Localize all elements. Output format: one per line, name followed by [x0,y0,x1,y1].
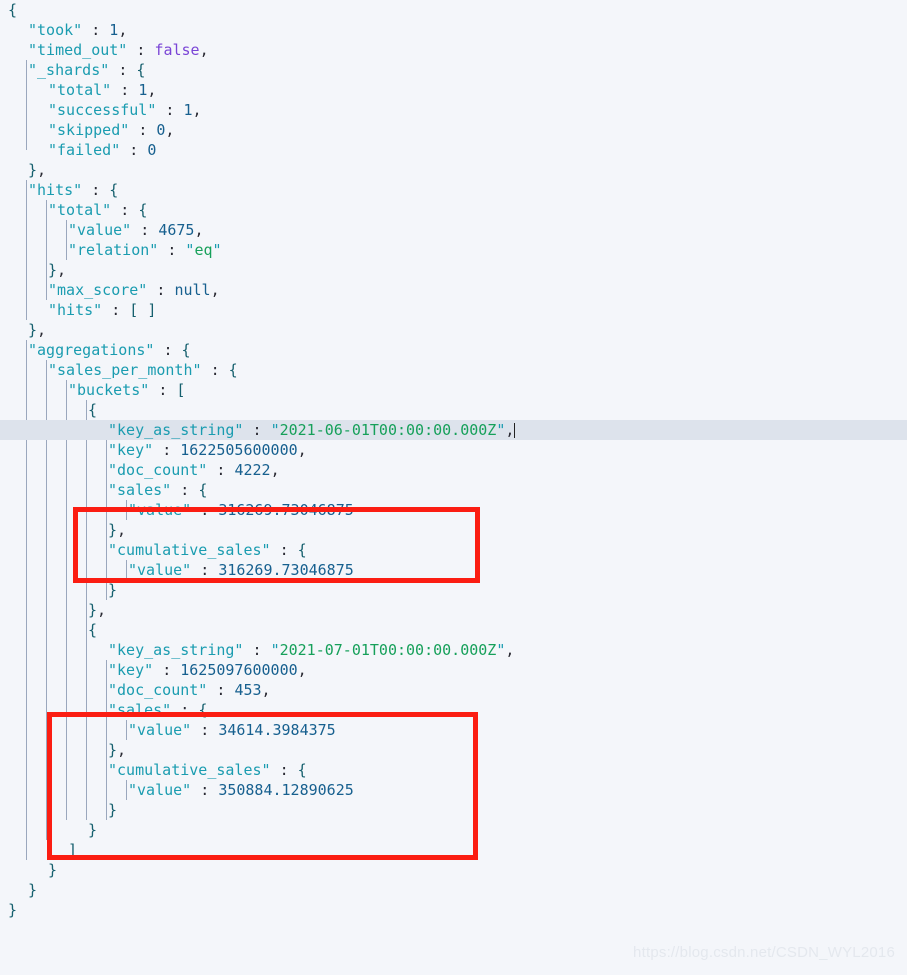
code-line[interactable]: }, [0,320,907,340]
code-line[interactable]: "timed_out" : false, [0,40,907,60]
code-line[interactable]: "cumulative_sales" : { [0,760,907,780]
code-line[interactable]: }, [0,520,907,540]
code-line[interactable]: "failed" : 0 [0,140,907,160]
code-line[interactable]: "successful" : 1, [0,100,907,120]
code-line[interactable]: "key_as_string" : "2021-06-01T00:00:00.0… [0,420,907,440]
code-line[interactable]: "key" : 1622505600000, [0,440,907,460]
code-line[interactable]: "value" : 316269.73046875 [0,560,907,580]
code-line[interactable]: }, [0,600,907,620]
code-line[interactable]: "sales" : { [0,480,907,500]
code-line[interactable]: "value" : 34614.3984375 [0,720,907,740]
code-line[interactable]: "value" : 350884.12890625 [0,780,907,800]
code-line[interactable]: "total" : { [0,200,907,220]
code-line[interactable]: } [0,820,907,840]
code-line[interactable]: "buckets" : [ [0,380,907,400]
code-line[interactable]: } [0,580,907,600]
code-line[interactable]: "value" : 316269.73046875 [0,500,907,520]
code-line[interactable]: "relation" : "eq" [0,240,907,260]
code-line[interactable]: }, [0,260,907,280]
code-line[interactable]: "aggregations" : { [0,340,907,360]
code-line[interactable]: }, [0,740,907,760]
code-line[interactable]: "skipped" : 0, [0,120,907,140]
code-line[interactable]: "doc_count" : 453, [0,680,907,700]
json-code-block[interactable]: {"took" : 1, "timed_out" : false, "_shards… [0,0,907,940]
code-line[interactable]: "key_as_string" : "2021-07-01T00:00:00.0… [0,640,907,660]
code-line[interactable]: "sales_per_month" : { [0,360,907,380]
code-line[interactable]: "cumulative_sales" : { [0,540,907,560]
text-caret [514,423,516,438]
code-line[interactable]: "sales" : { [0,700,907,720]
code-line[interactable]: "took" : 1, [0,20,907,40]
json-response-viewer: {"took" : 1, "timed_out" : false, "_shards… [0,0,907,975]
code-line[interactable]: { [0,0,907,20]
code-line[interactable]: "_shards" : { [0,60,907,80]
code-line[interactable]: "hits" : [ ] [0,300,907,320]
code-line[interactable]: } [0,860,907,880]
code-line[interactable]: }, [0,160,907,180]
code-line[interactable]: ] [0,840,907,860]
code-line[interactable]: } [0,900,907,920]
code-line[interactable]: "max_score" : null, [0,280,907,300]
code-line[interactable]: } [0,880,907,900]
watermark-text: https://blog.csdn.net/CSDN_WYL2016 [633,944,895,961]
code-line[interactable]: "doc_count" : 4222, [0,460,907,480]
code-line[interactable]: { [0,400,907,420]
code-line[interactable]: { [0,620,907,640]
code-line[interactable]: "hits" : { [0,180,907,200]
code-line[interactable]: "value" : 4675, [0,220,907,240]
code-line[interactable]: "total" : 1, [0,80,907,100]
code-line[interactable]: "key" : 1625097600000, [0,660,907,680]
code-line[interactable]: } [0,800,907,820]
